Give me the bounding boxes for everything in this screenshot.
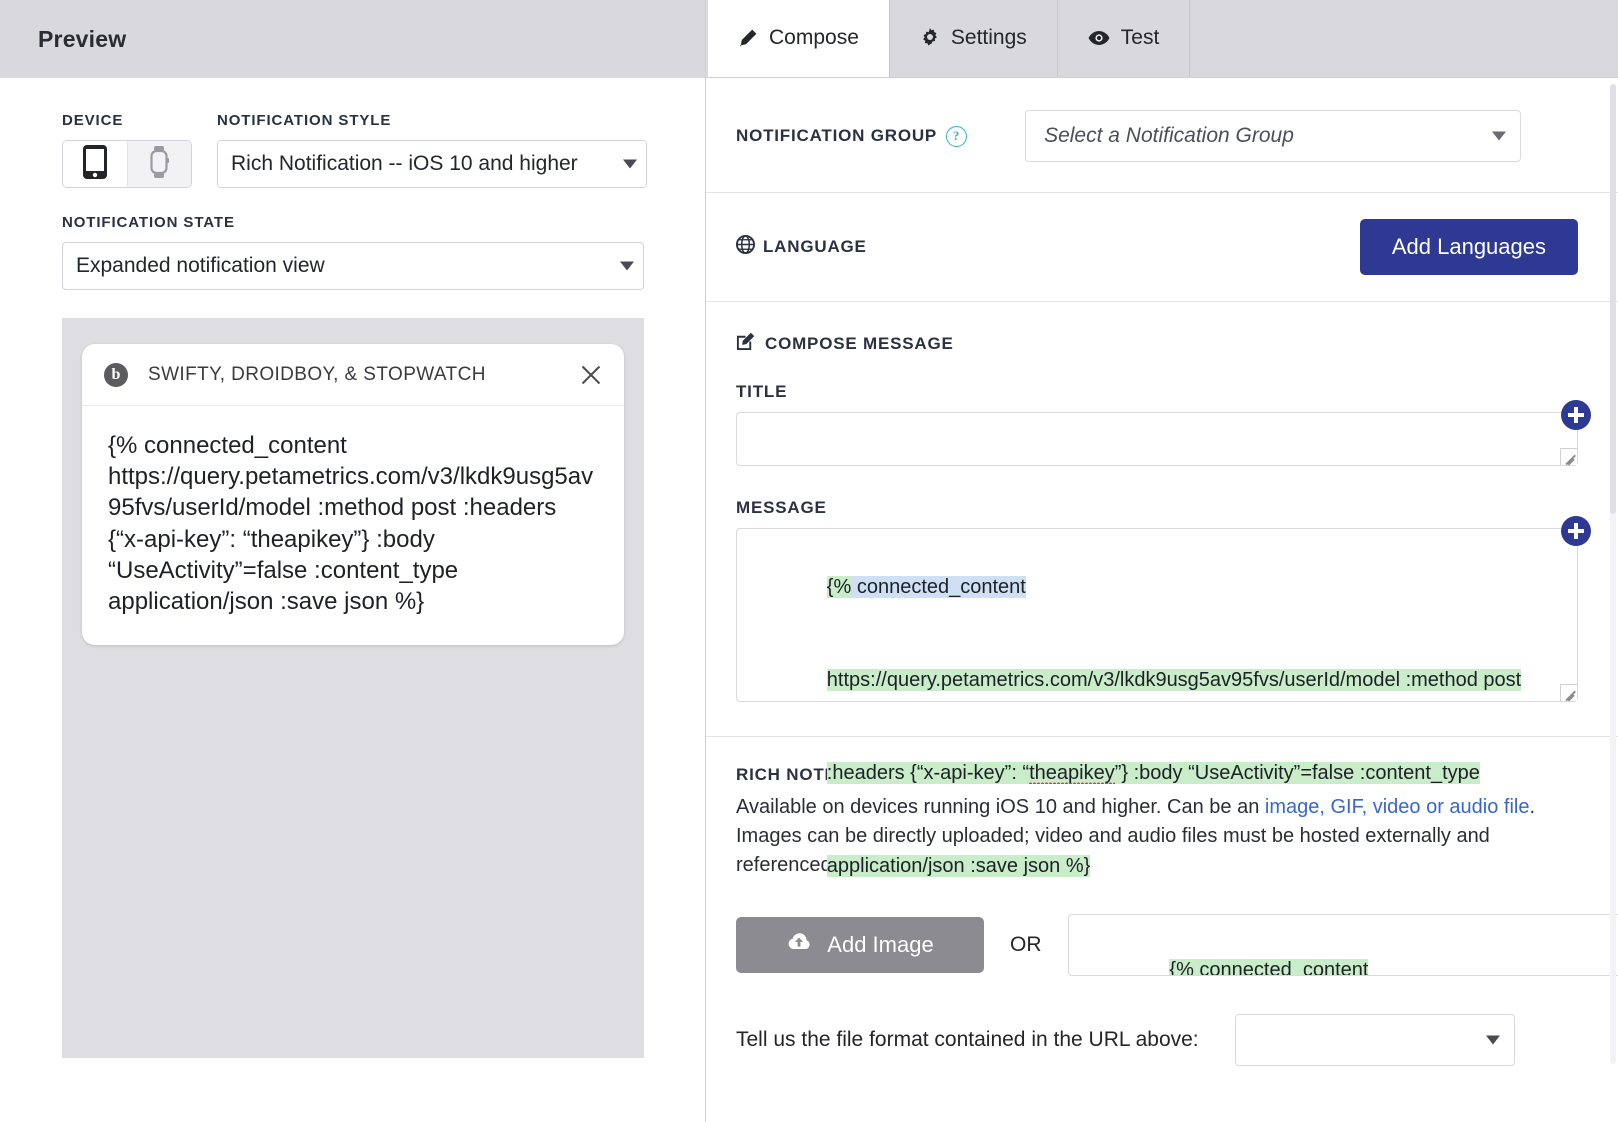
- file-format-row: Tell us the file format contained in the…: [736, 1014, 1578, 1066]
- notification-group-row: NOTIFICATION GROUP ? Select a Notificati…: [736, 110, 1578, 162]
- message-textarea[interactable]: {% connected_content https://query.petam…: [736, 528, 1578, 702]
- notification-app-name: SWIFTY, DROIDBOY, & STOPWATCH: [148, 364, 578, 386]
- message-add-button[interactable]: [1561, 516, 1591, 546]
- chevron-down-icon: [1486, 1036, 1500, 1045]
- notification-group-placeholder: Select a Notification Group: [1044, 124, 1294, 148]
- preview-pane: Preview DEVICE: [0, 0, 706, 1122]
- question-mark-icon[interactable]: ?: [946, 126, 967, 147]
- chevron-down-icon: [1492, 132, 1506, 141]
- media-url-input-wrap: {% connected_content https://query.petam…: [1068, 914, 1618, 976]
- file-format-select[interactable]: [1235, 1014, 1515, 1066]
- notification-group-label: NOTIFICATION GROUP ?: [736, 126, 967, 147]
- title-add-button[interactable]: [1561, 400, 1591, 430]
- notification-style-value: Rich Notification -- iOS 10 and higher: [231, 152, 578, 176]
- eye-icon: [1088, 30, 1110, 46]
- media-url-input[interactable]: {% connected_content https://query.petam…: [1068, 914, 1618, 976]
- compose-message-section: COMPOSE MESSAGE TITLE MESSAGE {% connect…: [706, 302, 1618, 737]
- message-line: :headers {“x-api-key”: “theapikey”} :bod…: [749, 727, 1555, 820]
- add-image-row: Add Image OR {% connected_content https:…: [736, 914, 1578, 976]
- tab-compose-label: Compose: [769, 26, 859, 50]
- close-icon[interactable]: [578, 362, 604, 388]
- tab-compose[interactable]: Compose: [708, 0, 890, 77]
- tab-test[interactable]: Test: [1058, 0, 1191, 77]
- notification-group-select[interactable]: Select a Notification Group: [1025, 110, 1521, 162]
- globe-icon: [736, 235, 755, 259]
- scrollbar-thumb[interactable]: [1610, 84, 1616, 514]
- message-segment: {%: [827, 576, 851, 598]
- language-label-text: LANGUAGE: [763, 237, 867, 257]
- message-segment: https://query.petametrics.com/v3/lkdk9us…: [827, 669, 1521, 691]
- file-format-label: Tell us the file format contained in the…: [736, 1028, 1199, 1052]
- language-row: LANGUAGE Add Languages: [736, 219, 1578, 275]
- app-logo-icon: b: [104, 363, 128, 387]
- notification-style-select[interactable]: Rich Notification -- iOS 10 and higher: [217, 140, 647, 188]
- or-label: OR: [1010, 933, 1042, 957]
- watch-icon: [148, 145, 170, 184]
- page-title: Preview: [38, 26, 126, 53]
- push-composer-screen: Preview DEVICE: [0, 0, 1618, 1122]
- notification-body-text: {% connected_content https://query.petam…: [82, 406, 624, 645]
- compose-scroll-area: NOTIFICATION GROUP ? Select a Notificati…: [706, 78, 1618, 1122]
- gear-icon: [920, 28, 940, 48]
- notification-card-header: b SWIFTY, DROIDBOY, & STOPWATCH: [82, 344, 624, 406]
- pencil-icon: [738, 28, 758, 48]
- notification-state-label: NOTIFICATION STATE: [62, 214, 644, 231]
- compose-message-heading-text: COMPOSE MESSAGE: [765, 334, 954, 354]
- message-segment: :headers {“x-api-key”: “: [827, 762, 1029, 784]
- chevron-down-icon: [620, 262, 634, 271]
- notification-state-value: Expanded notification view: [76, 254, 325, 278]
- compose-edit-icon: [736, 332, 755, 356]
- title-input[interactable]: [736, 412, 1578, 466]
- cloud-upload-icon: [786, 932, 812, 958]
- device-option-phone[interactable]: [63, 141, 127, 187]
- chevron-down-icon: [623, 160, 637, 169]
- media-url-line: {% connected_content: [1081, 925, 1618, 976]
- notification-style-label: NOTIFICATION STYLE: [217, 112, 647, 129]
- preview-body: DEVICE: [0, 78, 705, 1122]
- title-input-wrap: [736, 412, 1578, 466]
- device-option-watch[interactable]: [127, 141, 192, 187]
- message-segment-misspelled: theapikey: [1029, 762, 1115, 784]
- device-preview-canvas: b SWIFTY, DROIDBOY, & STOPWATCH {% conne…: [62, 318, 644, 1058]
- notification-preview-card: b SWIFTY, DROIDBOY, & STOPWATCH {% conne…: [82, 344, 624, 645]
- language-section: LANGUAGE Add Languages: [706, 193, 1618, 302]
- resize-grip[interactable]: [1560, 448, 1577, 465]
- notification-group-section: NOTIFICATION GROUP ? Select a Notificati…: [706, 78, 1618, 193]
- preview-header: Preview: [0, 0, 705, 78]
- phone-icon: [82, 144, 108, 185]
- title-label: TITLE: [736, 382, 1578, 402]
- notification-group-label-text: NOTIFICATION GROUP: [736, 126, 937, 146]
- language-label: LANGUAGE: [736, 235, 867, 259]
- device-style-row: DEVICE: [0, 112, 705, 188]
- vertical-scrollbar[interactable]: [1610, 84, 1616, 1064]
- message-line: https://query.petametrics.com/v3/lkdk9us…: [749, 634, 1555, 727]
- device-label: DEVICE: [62, 112, 217, 129]
- message-segment: ”} :body “UseActivity”=false :content_ty…: [1115, 762, 1480, 784]
- notification-state-select[interactable]: Expanded notification view: [62, 242, 644, 290]
- resize-grip[interactable]: [1560, 684, 1577, 701]
- compose-message-heading: COMPOSE MESSAGE: [736, 332, 1578, 356]
- message-line: application/json :save json %}: [749, 820, 1555, 913]
- device-block: DEVICE: [62, 112, 217, 188]
- tab-settings[interactable]: Settings: [890, 0, 1058, 77]
- message-input-wrap: {% connected_content https://query.petam…: [736, 528, 1578, 702]
- add-image-button[interactable]: Add Image: [736, 917, 984, 973]
- message-segment-selected: connected_content: [851, 576, 1026, 598]
- tab-settings-label: Settings: [951, 26, 1027, 50]
- notification-state-block: NOTIFICATION STATE Expanded notification…: [0, 188, 644, 290]
- media-url-segment: {% connected_content: [1169, 959, 1368, 976]
- add-languages-button[interactable]: Add Languages: [1360, 219, 1578, 275]
- device-toggle[interactable]: [62, 140, 192, 188]
- compose-pane: Compose Settings: [706, 0, 1618, 1122]
- message-line: {% connected_content: [749, 541, 1555, 634]
- message-segment: application/json :save json %}: [827, 855, 1091, 877]
- tab-test-label: Test: [1121, 26, 1160, 50]
- notification-style-block: NOTIFICATION STYLE Rich Notification -- …: [217, 112, 647, 188]
- message-label: MESSAGE: [736, 498, 1578, 518]
- add-image-button-label: Add Image: [827, 932, 933, 958]
- tab-bar: Compose Settings: [706, 0, 1618, 78]
